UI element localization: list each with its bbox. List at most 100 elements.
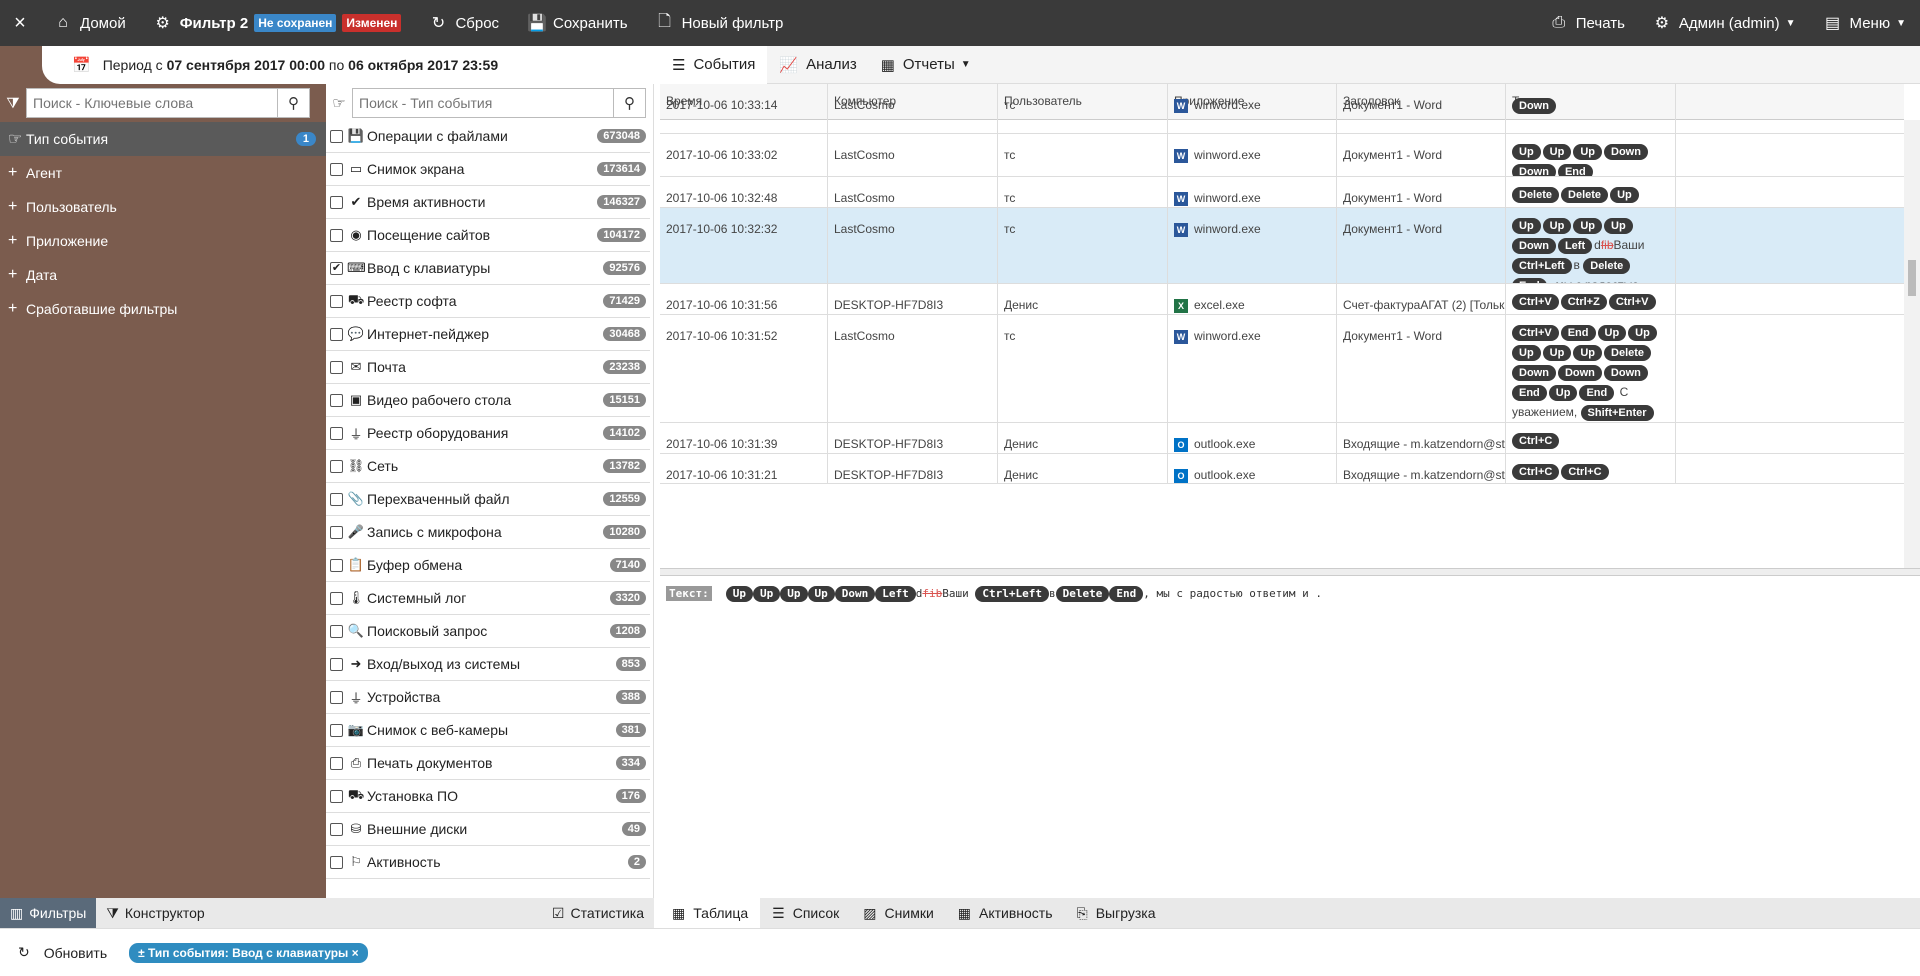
cell-app: Wwinword.exe (1168, 134, 1337, 176)
category-item[interactable]: + Агент (0, 156, 326, 190)
event-type-checkbox[interactable] (330, 228, 343, 242)
filters-tab[interactable]: ▥ Фильтры (0, 898, 97, 928)
activity-view-button[interactable]: ▦ Активность (946, 898, 1065, 928)
table-row[interactable]: 2017-10-06 10:31:52 LastCosmo тс Wwinword.e… (660, 315, 1904, 423)
category-item[interactable]: + Приложение (0, 224, 326, 258)
tab-reports[interactable]: ▦ Отчеты ▼ (869, 46, 983, 84)
category-item[interactable]: ☞ Тип события 1 (0, 122, 326, 156)
event-type-checkbox[interactable] (330, 558, 343, 572)
event-type-checkbox[interactable] (330, 294, 343, 308)
typed-text: в (1048, 587, 1056, 600)
event-type-item[interactable]: ✉ Почта 23238 (326, 351, 650, 384)
event-type-item[interactable]: ▣ Видео рабочего стола 15151 (326, 384, 650, 417)
close-button[interactable]: × (0, 0, 40, 46)
table-row[interactable]: 2017-10-06 10:31:56 DESKTOP-HF7D8I3 Денис X… (660, 284, 1904, 315)
event-type-checkbox[interactable] (330, 789, 343, 803)
active-filter-chip[interactable]: ± Тип события: Ввод с клавиатуры × (129, 942, 368, 963)
event-type-checkbox[interactable]: ✔ (330, 261, 343, 275)
filter-name[interactable]: ⚙ Фильтр 2 Не сохранен Изменен (140, 0, 416, 46)
event-type-item[interactable]: 💾 Операции с файлами 673048 (326, 120, 650, 153)
event-type-item[interactable]: 📎 Перехваченный файл 12559 (326, 483, 650, 516)
scrollbar-thumb[interactable] (1908, 260, 1916, 296)
save-button[interactable]: 💾 Сохранить (513, 0, 642, 46)
cell-time: 2017-10-06 10:31:56 (660, 284, 828, 314)
event-type-checkbox[interactable] (330, 327, 343, 341)
table-row[interactable]: 2017-10-06 10:31:39 DESKTOP-HF7D8I3 Денис O… (660, 423, 1904, 454)
event-type-item[interactable]: ⛟ Установка ПО 176 (326, 780, 650, 813)
event-type-checkbox[interactable] (330, 459, 343, 473)
keyword-search-input[interactable] (26, 88, 278, 118)
event-type-item[interactable]: 🌡 Системный лог 3320 (326, 582, 650, 615)
event-type-checkbox[interactable] (330, 162, 343, 176)
event-type-item[interactable]: ⏚ Реестр оборудования 14102 (326, 417, 650, 450)
event-type-checkbox[interactable] (330, 129, 343, 143)
key-badge: Up (1573, 144, 1603, 160)
category-item[interactable]: + Дата (0, 258, 326, 292)
event-type-count: 13782 (603, 459, 646, 473)
admin-menu[interactable]: ⚙ Админ (admin) ▼ (1639, 0, 1810, 46)
table-view-button[interactable]: ▦ Таблица (660, 898, 761, 928)
print-button[interactable]: ⎙ Печать (1536, 0, 1639, 46)
new-filter-button[interactable]: 🗋 Новый фильтр (642, 0, 798, 46)
event-type-checkbox[interactable] (330, 756, 343, 770)
home-button[interactable]: ⌂ Домой (40, 0, 140, 46)
event-type-checkbox[interactable] (330, 690, 343, 704)
table-row[interactable]: 2017-10-06 10:32:32 LastCosmo тс Wwinword.e… (660, 208, 1904, 284)
event-type-item[interactable]: ⚐ Активность 2 (326, 846, 650, 879)
event-type-checkbox[interactable] (330, 195, 343, 209)
event-type-item[interactable]: ✔ ⌨ Ввод с клавиатуры 92576 (326, 252, 650, 285)
event-type-checkbox[interactable] (330, 360, 343, 374)
screenshots-view-button[interactable]: ▨ Снимки (851, 898, 945, 928)
event-type-item[interactable]: ◉ Посещение сайтов 104172 (326, 219, 650, 252)
event-type-search-input[interactable] (352, 88, 614, 118)
main-menu[interactable]: ▤ Меню ▼ (1810, 0, 1920, 46)
event-type-checkbox[interactable] (330, 591, 343, 605)
event-type-item[interactable]: ⛁ Внешние диски 49 (326, 813, 650, 846)
search-icon[interactable]: ⚲ (278, 88, 310, 118)
event-type-checkbox[interactable] (330, 393, 343, 407)
table-row[interactable]: 2017-10-06 10:32:48 LastCosmo тс Wwinword.e… (660, 177, 1904, 208)
event-type-item[interactable]: 🎤 Запись с микрофона 10280 (326, 516, 650, 549)
refresh-button[interactable]: ↻ Обновить (18, 944, 107, 961)
event-type-item[interactable]: ⎙ Печать документов 334 (326, 747, 650, 780)
panel-splitter[interactable] (660, 568, 1920, 576)
category-list: ☞ Тип события 1 + Агент + Пользователь + Приложе… (0, 122, 326, 326)
export-view-button[interactable]: ⎘ Выгрузка (1065, 898, 1168, 928)
event-type-item[interactable]: ⛓ Сеть 13782 (326, 450, 650, 483)
key-badge: Down (1512, 164, 1556, 176)
event-type-checkbox[interactable] (330, 624, 343, 638)
tab-events[interactable]: ☰ События (660, 45, 768, 84)
category-item[interactable]: + Пользователь (0, 190, 326, 224)
period-bar[interactable]: 📅 Период с 07 сентября 2017 00:00 по 06 … (42, 46, 654, 84)
event-type-item[interactable]: ▭ Снимок экрана 173614 (326, 153, 650, 186)
constructor-tab[interactable]: ⧩ Конструктор (96, 898, 214, 928)
cell-user: тс (998, 177, 1168, 207)
event-type-checkbox[interactable] (330, 723, 343, 737)
tab-analysis[interactable]: 📈 Анализ (767, 46, 868, 84)
export-icon: ⎘ (1076, 904, 1088, 921)
vertical-scrollbar[interactable] (1904, 120, 1920, 568)
event-type-checkbox[interactable] (330, 492, 343, 506)
event-type-label: Запись с микрофона (367, 524, 502, 540)
event-type-item[interactable]: 📋 Буфер обмена 7140 (326, 549, 650, 582)
event-type-checkbox[interactable] (330, 657, 343, 671)
event-type-item[interactable]: 📷 Снимок с веб-камеры 381 (326, 714, 650, 747)
list-view-button[interactable]: ☰ Список (760, 898, 851, 928)
reset-button[interactable]: ↻ Сброс (415, 0, 513, 46)
statistics-button[interactable]: ☑ Статистика (542, 898, 654, 928)
event-type-checkbox[interactable] (330, 525, 343, 539)
event-type-item[interactable]: ➜ Вход/выход из системы 853 (326, 648, 650, 681)
event-type-checkbox[interactable] (330, 426, 343, 440)
event-type-checkbox[interactable] (330, 822, 343, 836)
event-type-item[interactable]: 💬 Интернет-пейджер 30468 (326, 318, 650, 351)
table-row[interactable]: 2017-10-06 10:33:14 LastCosmo тс Wwinword.e… (660, 92, 1904, 134)
event-type-item[interactable]: ⛟ Реестр софта 71429 (326, 285, 650, 318)
event-type-checkbox[interactable] (330, 855, 343, 869)
search-icon[interactable]: ⚲ (614, 88, 646, 118)
event-type-item[interactable]: 🔍 Поисковый запрос 1208 (326, 615, 650, 648)
table-row[interactable]: 2017-10-06 10:31:21 DESKTOP-HF7D8I3 Денис O… (660, 454, 1904, 484)
event-type-item[interactable]: ⏚ Устройства 388 (326, 681, 650, 714)
category-item[interactable]: + Сработавшие фильтры (0, 292, 326, 326)
event-type-item[interactable]: ✔ Время активности 146327 (326, 186, 650, 219)
table-row[interactable]: 2017-10-06 10:33:02 LastCosmo тс Wwinword.e… (660, 134, 1904, 177)
